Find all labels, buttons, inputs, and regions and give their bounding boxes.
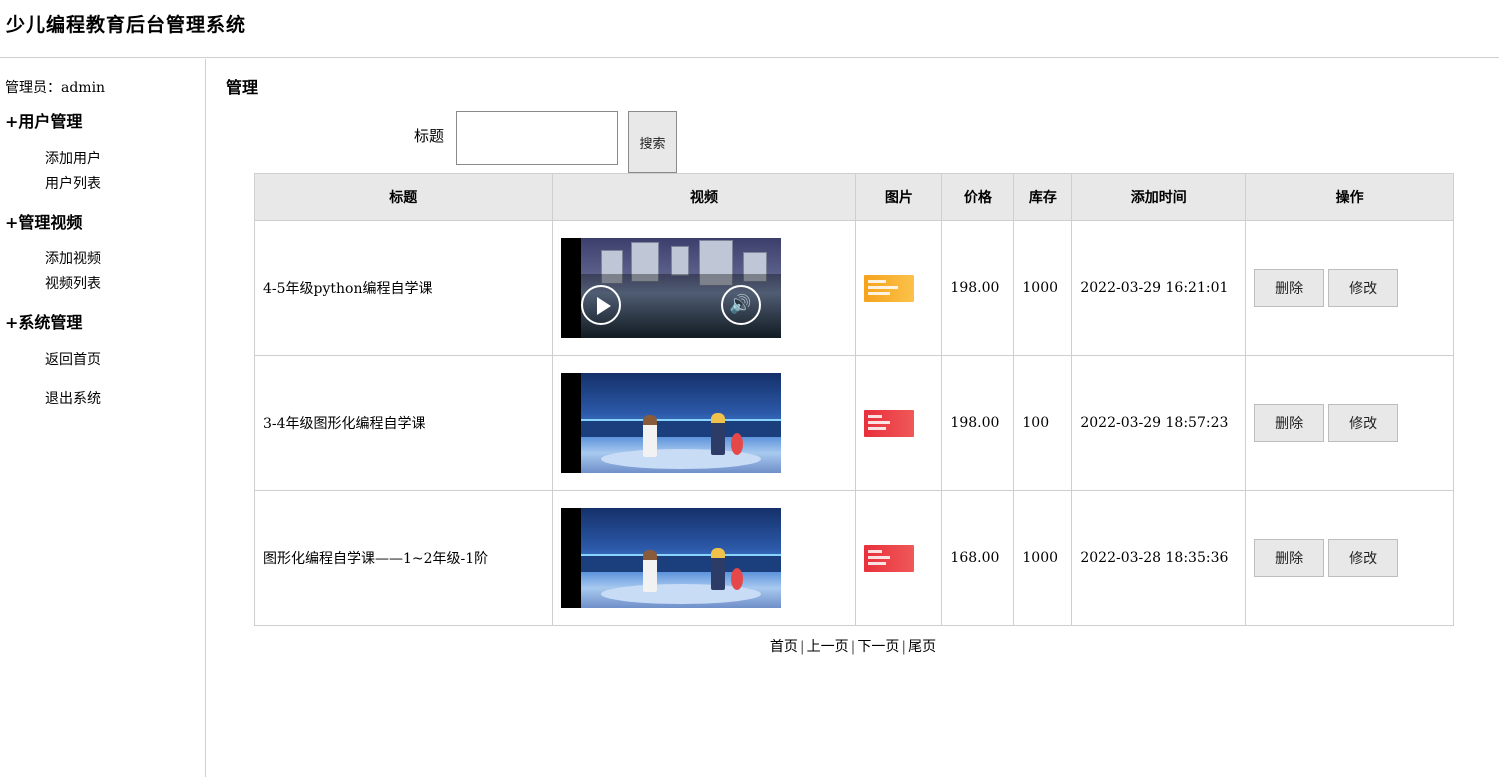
cell-price: 168.00 bbox=[941, 490, 1015, 626]
search-label: 标题 bbox=[414, 127, 445, 145]
pager-next[interactable]: 下一页 bbox=[857, 639, 899, 655]
video-frame bbox=[580, 373, 781, 473]
search-button[interactable]: 搜索 bbox=[628, 111, 677, 173]
cell-stock: 1000 bbox=[1013, 220, 1073, 356]
cell-price: 198.00 bbox=[941, 220, 1015, 356]
admin-label: 管理员：admin bbox=[5, 80, 106, 96]
search-input[interactable] bbox=[456, 111, 618, 165]
sidebar-item-user-list[interactable]: 用户列表 bbox=[45, 173, 101, 193]
table-row: 4-5年级python编程自学课 🔊 198.00 1000 2022-03-2… bbox=[254, 220, 1454, 356]
pagination: 首页 | 上一页 | 下一页 | 尾页 bbox=[207, 636, 1499, 656]
cell-actions: 删除 修改 bbox=[1245, 355, 1454, 491]
course-thumbnail bbox=[864, 409, 915, 437]
cell-image bbox=[855, 355, 943, 491]
table-header-row: 标题 视频 图片 价格 库存 添加时间 操作 bbox=[254, 173, 1454, 221]
edit-button[interactable]: 修改 bbox=[1328, 539, 1399, 577]
pager-prev[interactable]: 上一页 bbox=[807, 639, 849, 655]
video-player[interactable]: 🔊 bbox=[560, 238, 781, 338]
delete-button[interactable]: 删除 bbox=[1254, 404, 1325, 442]
course-thumbnail bbox=[864, 274, 915, 302]
header-actions: 操作 bbox=[1245, 173, 1454, 221]
menu-group-system[interactable]: +系统管理 bbox=[5, 309, 82, 333]
video-player[interactable] bbox=[560, 373, 781, 473]
app-title: 少儿编程教育后台管理系统 bbox=[6, 14, 247, 36]
edit-button[interactable]: 修改 bbox=[1328, 404, 1399, 442]
cell-time: 2022-03-28 18:35:36 bbox=[1071, 490, 1247, 626]
cell-video bbox=[551, 355, 857, 491]
sidebar-item-logout[interactable]: 退出系统 bbox=[45, 388, 101, 408]
delete-button[interactable]: 删除 bbox=[1254, 539, 1325, 577]
pager-separator: | bbox=[901, 639, 907, 655]
pager-separator: | bbox=[799, 639, 805, 655]
cell-video: 🔊 bbox=[551, 220, 857, 356]
sidebar-item-add-user[interactable]: 添加用户 bbox=[45, 148, 101, 168]
video-table: 标题 视频 图片 价格 库存 添加时间 操作 4-5年级python编程自学课 bbox=[254, 173, 1454, 626]
delete-button[interactable]: 删除 bbox=[1254, 269, 1325, 307]
cell-actions: 删除 修改 bbox=[1245, 220, 1454, 356]
table-row: 3-4年级图形化编程自学课 198.00 100 2022-03-29 18:5… bbox=[254, 355, 1454, 491]
sidebar: 管理员：admin +用户管理 添加用户 用户列表 +管理视频 添加视频 视频列… bbox=[0, 59, 206, 777]
header-price: 价格 bbox=[941, 173, 1015, 221]
sidebar-item-video-list[interactable]: 视频列表 bbox=[45, 273, 101, 293]
cell-image bbox=[855, 220, 943, 356]
cell-stock: 1000 bbox=[1013, 490, 1073, 626]
cell-title: 4-5年级python编程自学课 bbox=[254, 220, 553, 356]
sidebar-item-add-video[interactable]: 添加视频 bbox=[45, 248, 101, 268]
header: 少儿编程教育后台管理系统 bbox=[0, 0, 1499, 58]
menu-group-user[interactable]: +用户管理 bbox=[5, 108, 82, 132]
cell-price: 198.00 bbox=[941, 355, 1015, 491]
page-title: 管理 bbox=[226, 78, 259, 97]
header-video: 视频 bbox=[551, 173, 857, 221]
header-title: 标题 bbox=[254, 173, 553, 221]
menu-group-video[interactable]: +管理视频 bbox=[5, 209, 82, 233]
table-row: 图形化编程自学课——1~2年级-1阶 168.00 1000 2022-03-2… bbox=[254, 490, 1454, 626]
volume-icon[interactable]: 🔊 bbox=[720, 285, 761, 325]
cell-stock: 100 bbox=[1013, 355, 1073, 491]
course-thumbnail bbox=[864, 544, 915, 572]
play-icon[interactable] bbox=[580, 285, 621, 325]
edit-button[interactable]: 修改 bbox=[1328, 269, 1399, 307]
pager-last[interactable]: 尾页 bbox=[908, 639, 936, 655]
main-content: 管理 标题 搜索 标题 视频 图片 价格 库存 添加时间 操作 4-5年级pyt… bbox=[207, 59, 1499, 777]
cell-title: 3-4年级图形化编程自学课 bbox=[254, 355, 553, 491]
video-player[interactable] bbox=[560, 508, 781, 608]
video-frame bbox=[580, 508, 781, 608]
cell-image bbox=[855, 490, 943, 626]
sidebar-item-home[interactable]: 返回首页 bbox=[45, 349, 101, 369]
pager-separator: | bbox=[850, 639, 856, 655]
header-added-time: 添加时间 bbox=[1071, 173, 1247, 221]
pager-first[interactable]: 首页 bbox=[770, 639, 798, 655]
cell-title: 图形化编程自学课——1~2年级-1阶 bbox=[254, 490, 553, 626]
cell-time: 2022-03-29 16:21:01 bbox=[1071, 220, 1247, 356]
cell-actions: 删除 修改 bbox=[1245, 490, 1454, 626]
header-stock: 库存 bbox=[1013, 173, 1073, 221]
cell-video bbox=[551, 490, 857, 626]
header-image: 图片 bbox=[855, 173, 943, 221]
cell-time: 2022-03-29 18:57:23 bbox=[1071, 355, 1247, 491]
